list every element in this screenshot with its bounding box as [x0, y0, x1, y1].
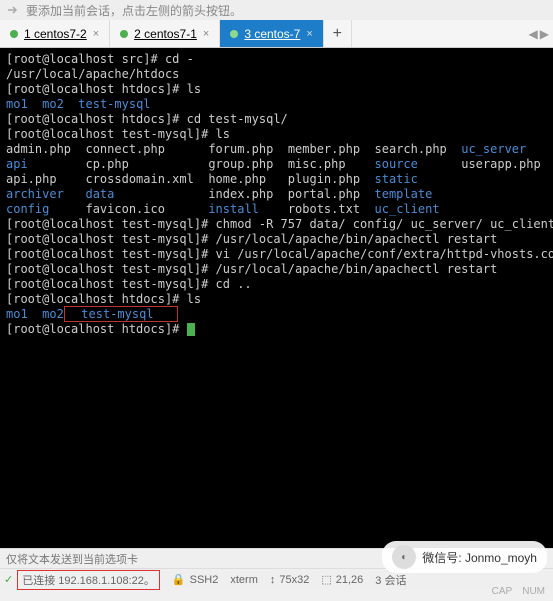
- tab-2[interactable]: 2 centos7-1 ×: [110, 20, 220, 47]
- pos-icon: ⬚: [321, 573, 331, 586]
- status-dot-icon: [10, 30, 18, 38]
- tab-label: 2 centos7-1: [134, 27, 197, 41]
- tab-1[interactable]: 1 centos7-2 ×: [0, 20, 110, 47]
- lock-icon: 🔒: [172, 573, 186, 586]
- avatar-icon: ◐: [392, 545, 416, 569]
- arrow-icon: [6, 3, 20, 17]
- session-count: 3 会话: [375, 572, 406, 588]
- term-type: xterm: [230, 574, 258, 586]
- watermark-text: 微信号: Jonmo_moyh: [422, 549, 537, 566]
- tab-3[interactable]: 3 centos-7 ×: [220, 20, 323, 47]
- status-dot-icon: [230, 30, 238, 38]
- watermark-overlay: ◐ 微信号: Jonmo_moyh: [382, 541, 547, 573]
- num-lock: NUM: [522, 586, 545, 597]
- status-dot-icon: [120, 30, 128, 38]
- check-icon: ✓: [4, 573, 13, 586]
- size-icon: ↕: [270, 574, 276, 586]
- tab-bar: 1 centos7-2 × 2 centos7-1 × 3 centos-7 ×…: [0, 20, 553, 48]
- tab-label: 1 centos7-2: [24, 27, 87, 41]
- ssh-label: SSH2: [190, 574, 219, 586]
- chevron-right-icon[interactable]: ▶: [540, 27, 549, 41]
- cap-lock: CAP: [492, 586, 513, 597]
- chevron-left-icon[interactable]: ◀: [529, 27, 538, 41]
- hint-text: 要添加当前会话，点击左侧的箭头按钮。: [26, 2, 242, 19]
- cursor: [187, 323, 195, 336]
- term-size: 75x32: [279, 574, 309, 586]
- close-icon[interactable]: ×: [203, 28, 209, 40]
- close-icon[interactable]: ×: [93, 28, 99, 40]
- cap-indicators: CAP NUM: [492, 586, 545, 597]
- close-icon[interactable]: ×: [306, 28, 312, 40]
- tab-nav: ◀ ▶: [525, 20, 553, 47]
- hint-bar: 要添加当前会话，点击左侧的箭头按钮。: [0, 0, 553, 20]
- cursor-pos: 21,26: [336, 574, 364, 586]
- add-tab-button[interactable]: +: [324, 20, 352, 47]
- tab-label: 3 centos-7: [244, 27, 300, 41]
- terminal[interactable]: [root@localhost src]# cd - /usr/local/ap…: [0, 48, 553, 548]
- connection-status: 已连接 192.168.1.108:22。: [17, 570, 160, 590]
